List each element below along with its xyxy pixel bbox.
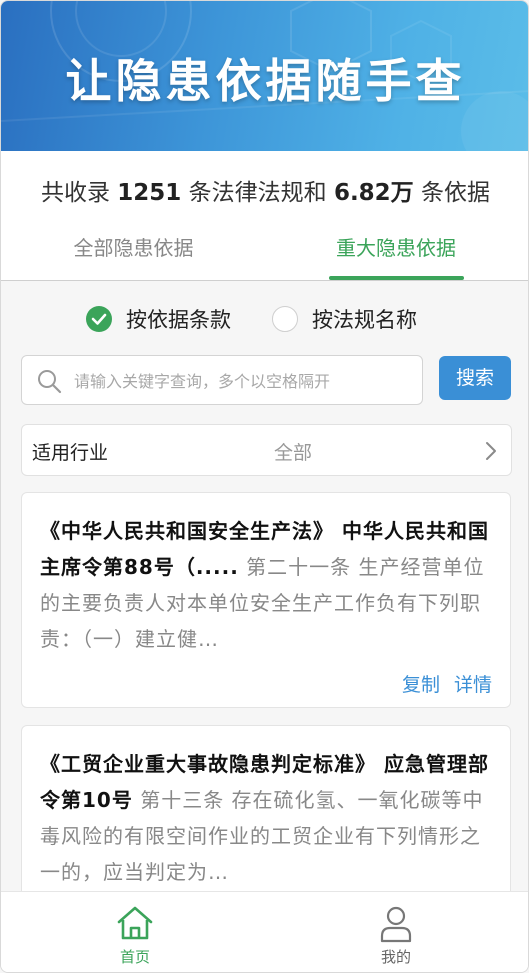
radio-label: 按法规名称 [312, 308, 417, 332]
app-screen: 让隐患依据随手查 共收录 1251 条法律法规和 6.82万 条依据 全部隐患依… [0, 0, 529, 973]
detail-button[interactable]: 详情 [454, 674, 492, 696]
banner-title: 让隐患依据随手查 [65, 54, 466, 108]
nav-label: 我的 [380, 948, 411, 966]
tab-all-hazards[interactable]: 全部隐患依据 [31, 226, 236, 280]
industry-value: 全部 [274, 442, 313, 464]
stats-prefix: 共收录 [40, 180, 110, 206]
radio-by-clause[interactable]: 按依据条款 [86, 304, 231, 334]
checked-radio-icon [86, 306, 112, 332]
industry-filter[interactable]: 适用行业 全部 [21, 424, 512, 476]
copy-button[interactable]: 复制 [402, 674, 440, 696]
basis-count: 6.82万 [333, 180, 414, 206]
law-count: 1251 [117, 180, 182, 206]
tab-major-hazards[interactable]: 重大隐患依据 [301, 226, 491, 280]
industry-label: 适用行业 [32, 442, 109, 464]
search-box [21, 355, 423, 405]
result-card[interactable]: 《工贸企业重大事故隐患判定标准》 应急管理部令第10号 第十三条 存在硫化氢、一… [21, 725, 511, 905]
chevron-right-icon [486, 442, 496, 460]
banner: 让隐患依据随手查 [1, 1, 528, 151]
home-icon [117, 906, 153, 940]
nav-label: 首页 [119, 948, 150, 966]
radio-label: 按依据条款 [126, 308, 231, 332]
search-input[interactable] [74, 366, 414, 396]
search-button[interactable]: 搜索 [439, 356, 511, 400]
user-icon [380, 906, 412, 943]
result-actions: 复制 详情 [388, 670, 492, 697]
result-card[interactable]: 《中华人民共和国安全生产法》 中华人民共和国主席令第88号（..... 第二十一… [21, 492, 511, 708]
unchecked-radio-icon [272, 306, 298, 332]
result-text: 《中华人民共和国安全生产法》 中华人民共和国主席令第88号（..... 第二十一… [40, 513, 496, 657]
tab-bar: 全部隐患依据 重大隐患依据 [1, 226, 528, 280]
bottom-nav: 首页 我的 [1, 891, 528, 972]
search-icon [38, 370, 62, 394]
result-text: 《工贸企业重大事故隐患判定标准》 应急管理部令第10号 第十三条 存在硫化氢、一… [40, 746, 496, 896]
stats-suffix: 条依据 [421, 180, 490, 206]
tab-divider [1, 280, 528, 281]
radio-by-law-name[interactable]: 按法规名称 [272, 304, 417, 334]
stats-middle: 条法律法规和 [188, 180, 327, 206]
stats-summary: 共收录 1251 条法律法规和 6.82万 条依据 [1, 173, 528, 207]
